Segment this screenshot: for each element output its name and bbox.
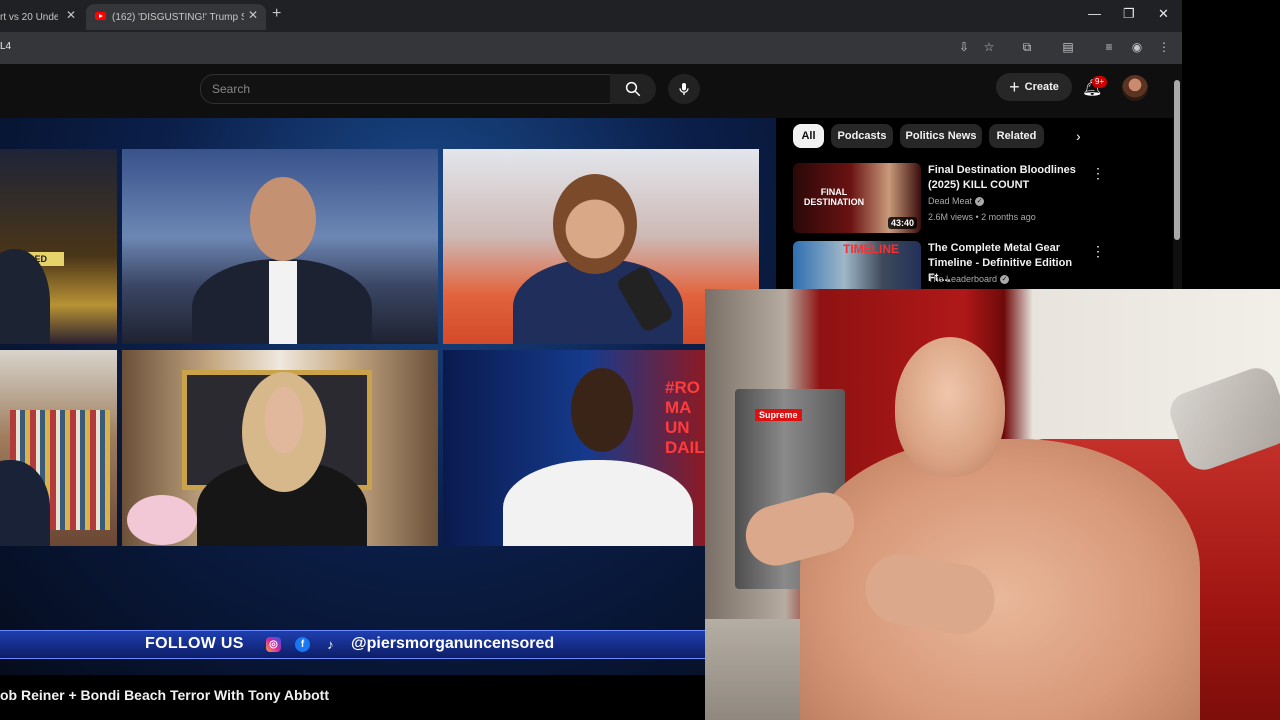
recommendation-item[interactable]: FINAL DESTINATION 43:40 Final Destinatio… [793, 163, 1173, 235]
search-button[interactable] [610, 74, 656, 104]
profile-icon[interactable]: ◉ [1129, 40, 1145, 54]
create-button[interactable]: + Create [996, 73, 1072, 101]
desktop-background [1182, 0, 1280, 290]
chevron-right-icon[interactable]: › [1076, 128, 1081, 144]
tiktok-icon: ♪ [327, 637, 334, 652]
streamer-body [800, 439, 1200, 720]
panelist-head [250, 177, 316, 261]
chip-podcasts[interactable]: Podcasts [831, 124, 893, 148]
panelist-tile [0, 350, 117, 546]
instagram-icon: ◎ [266, 637, 281, 652]
panelist-tile [122, 350, 438, 546]
video-thumbnail[interactable]: FINAL DESTINATION 43:40 [793, 163, 921, 233]
verified-icon: ✓ [975, 197, 985, 207]
panelist-tile [122, 149, 438, 344]
more-options-icon[interactable]: ⋮ [1091, 243, 1105, 260]
webcam-overlay: Supreme [705, 289, 1280, 720]
close-tab-icon[interactable]: ✕ [66, 8, 76, 22]
page-scrollbar[interactable] [1173, 70, 1182, 290]
microphone-icon [679, 83, 689, 95]
scrollbar-thumb[interactable] [1174, 80, 1180, 240]
maximize-button[interactable]: ❐ [1123, 6, 1135, 22]
shirt [269, 261, 297, 344]
tab-title: rt vs 20 Undecid [0, 11, 58, 23]
social-handle: @piersmorganuncensored [351, 635, 555, 652]
notifications-badge: 9+ [1092, 76, 1108, 88]
chip-related[interactable]: Related [989, 124, 1044, 148]
url-text[interactable]: L4 [0, 41, 11, 52]
media-controls-icon[interactable]: ≡ [1101, 40, 1117, 54]
install-app-icon[interactable]: ⇩ [956, 40, 972, 54]
thumbnail-text: TIMELINE [843, 242, 899, 256]
follow-us-banner: FOLLOW US ◎ f ♪ @piersmorganuncensored [0, 630, 705, 659]
chip-politics-news[interactable]: Politics News [900, 124, 982, 148]
panelist-body [503, 460, 693, 546]
facebook-icon: f [295, 637, 310, 652]
panelist-tile: RED [0, 149, 117, 344]
clock [127, 495, 197, 545]
video-title: ob Reiner + Bondi Beach Terror With Tony… [0, 687, 330, 703]
video-meta: 2.6M views • 2 months ago [928, 212, 1036, 222]
recommendation-title[interactable]: Final Destination Bloodlines (2025) KILL… [928, 163, 1088, 193]
plus-icon: + [1009, 77, 1020, 97]
search-input[interactable]: Search [200, 74, 611, 104]
bookmark-star-icon[interactable]: ☆ [981, 40, 997, 54]
address-bar: L4 ⇩ ☆ ⧉ ▤ ≡ ◉ ⋮ [0, 32, 1182, 64]
streamer-head [895, 337, 1005, 477]
video-player[interactable]: RED #RO MA UN DAIL FOLLOW US ◎ f ♪ @pier… [0, 118, 776, 675]
close-tab-icon[interactable]: ✕ [248, 8, 258, 22]
close-window-button[interactable]: ✕ [1158, 6, 1169, 22]
browser-menu-icon[interactable]: ⋮ [1156, 40, 1172, 54]
youtube-favicon-icon [95, 12, 106, 20]
extensions-icon[interactable]: ⧉ [1019, 40, 1035, 55]
chip-all[interactable]: All [793, 124, 824, 148]
verified-icon: ✓ [1000, 275, 1010, 285]
account-avatar[interactable] [1122, 75, 1148, 101]
follow-us-text: FOLLOW US [145, 635, 244, 652]
more-options-icon[interactable]: ⋮ [1091, 165, 1105, 182]
tab-title: (162) 'DISGUSTING!' Trump Sco [112, 11, 244, 23]
panelist-head [571, 368, 633, 452]
recommendation-item[interactable]: TIMELINE The Complete Metal Gear Timelin… [793, 241, 1173, 289]
panelist-head [242, 372, 326, 492]
create-label: Create [1024, 81, 1059, 93]
thumbnail-text: FINAL DESTINATION [803, 187, 865, 207]
browser-tab[interactable]: rt vs 20 Undecid ✕ [0, 4, 84, 30]
new-tab-button[interactable]: + [272, 5, 281, 23]
browser-tab-active[interactable]: (162) 'DISGUSTING!' Trump Sco ✕ [86, 4, 266, 30]
panelist-tile: #RO MA UN DAIL [443, 350, 705, 546]
youtube-header: Search + Create 🔔︎ 9+ [0, 64, 1182, 118]
minimize-button[interactable]: — [1088, 6, 1101, 21]
video-thumbnail[interactable]: TIMELINE [793, 241, 921, 289]
supreme-sticker: Supreme [755, 409, 802, 421]
search-icon [625, 81, 641, 97]
voice-search-button[interactable] [668, 74, 700, 104]
search-placeholder: Search [212, 82, 251, 96]
network-side-text: #RO MA UN DAIL [665, 378, 705, 457]
channel-name-text: The Leaderboard [928, 274, 998, 284]
panelist-head [553, 174, 637, 274]
channel-name[interactable]: Dead Meat ✓ [928, 196, 985, 207]
browser-tab-strip: rt vs 20 Undecid ✕ (162) 'DISGUSTING!' T… [0, 0, 1182, 32]
channel-name-text: Dead Meat [928, 196, 973, 206]
video-duration: 43:40 [887, 217, 917, 229]
channel-name[interactable]: The Leaderboard ✓ [928, 274, 1010, 285]
side-panel-icon[interactable]: ▤ [1060, 40, 1076, 54]
